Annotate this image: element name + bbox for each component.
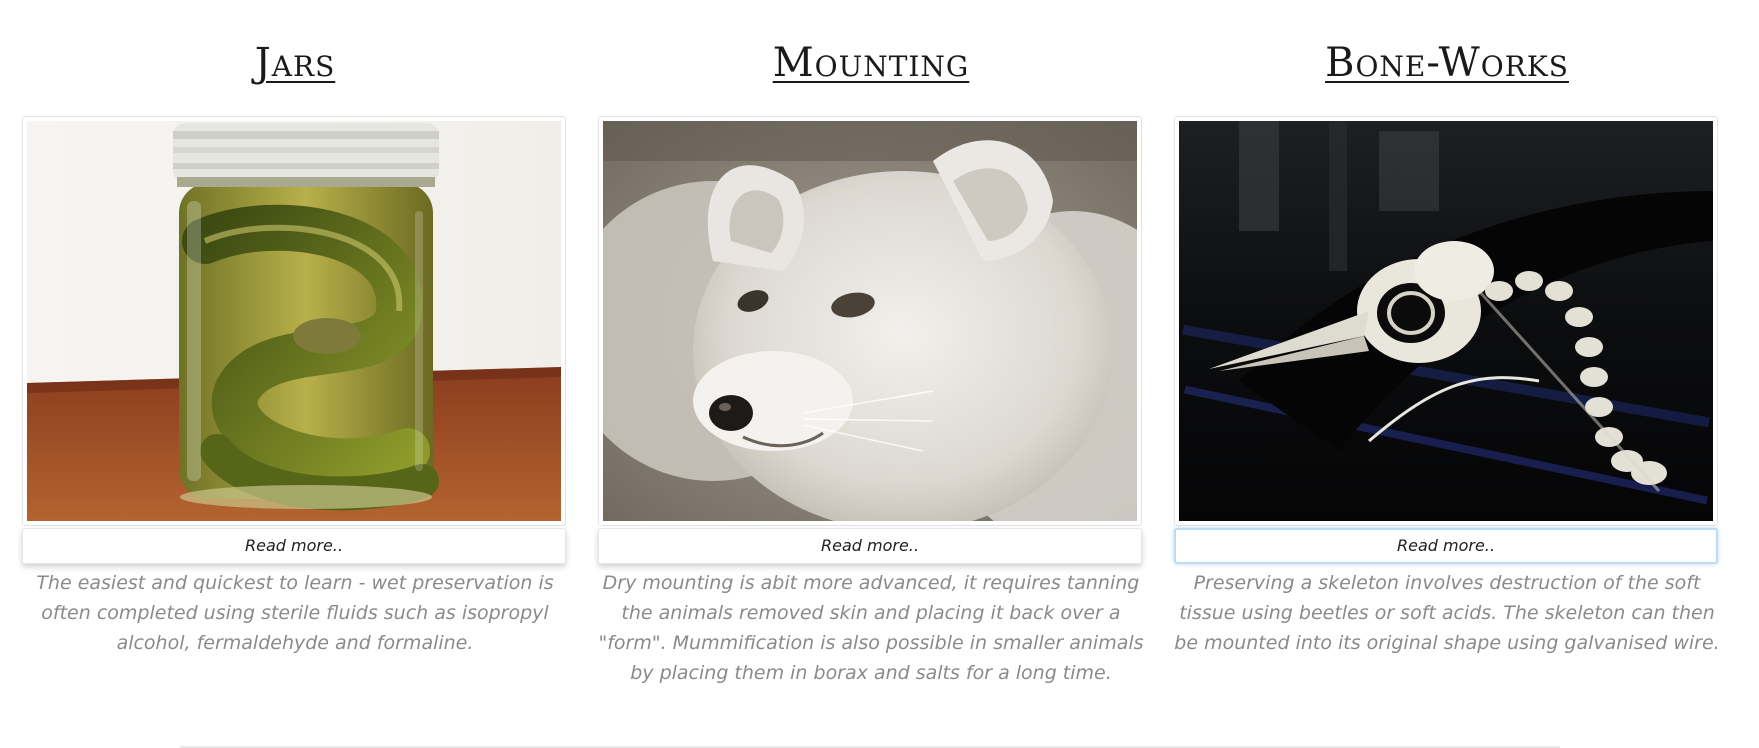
card-title-text: Jars (254, 40, 336, 86)
card-title: Mounting (598, 38, 1144, 88)
services-grid: Jars Read more.. The easiest and quickes… (0, 0, 1759, 748)
arctic-fox-photo (603, 121, 1137, 521)
card-title: Bone-Works (1174, 38, 1720, 88)
snake-in-jar-photo (27, 121, 561, 521)
card-title-text: Bone-Works (1325, 40, 1569, 86)
card-image-frame (22, 116, 566, 526)
read-more-button[interactable]: Read more.. (22, 528, 566, 564)
read-more-button[interactable]: Read more.. (1174, 528, 1718, 564)
read-more-button[interactable]: Read more.. (598, 528, 1142, 564)
card-image-frame (1174, 116, 1718, 526)
bird-skeleton-photo (1179, 121, 1713, 521)
card-title-text: Mounting (772, 40, 970, 86)
card-description: Dry mounting is abit more advanced, it r… (598, 572, 1144, 684)
card-title: Jars (22, 38, 568, 88)
card-description: Preserving a skeleton involves destructi… (1174, 572, 1720, 654)
card-description: The easiest and quickest to learn - wet … (36, 572, 554, 654)
card-image-frame (598, 116, 1142, 526)
